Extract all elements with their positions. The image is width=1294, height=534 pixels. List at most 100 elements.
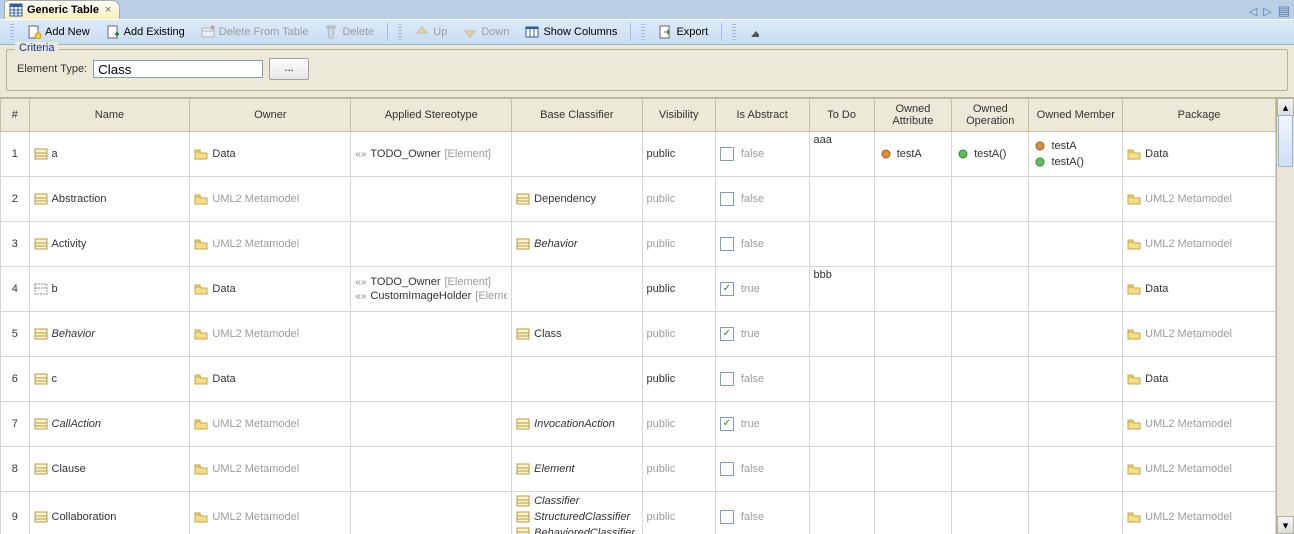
cell-base-classifier[interactable]: Element [512, 447, 642, 492]
cell-todo[interactable]: aaa [809, 132, 874, 177]
scroll-thumb[interactable] [1278, 115, 1293, 167]
cell-is-abstract[interactable]: false [715, 132, 809, 177]
column-header[interactable]: Base Classifier [512, 99, 642, 132]
cell-owned-attribute[interactable] [874, 357, 951, 402]
cell-package[interactable]: UML2 Metamodel [1123, 447, 1276, 492]
column-header[interactable]: Name [29, 99, 190, 132]
column-header[interactable]: Owned Attribute [874, 99, 951, 132]
cell-stereotype[interactable] [351, 312, 512, 357]
cell-owner[interactable]: Data [190, 132, 351, 177]
checkbox-icon[interactable] [720, 282, 734, 296]
cell-package[interactable]: Data [1123, 132, 1276, 177]
column-header[interactable]: # [1, 99, 30, 132]
cell-stereotype[interactable] [351, 357, 512, 402]
cell-is-abstract[interactable]: true [715, 402, 809, 447]
cell-todo[interactable] [809, 447, 874, 492]
cell-package[interactable]: UML2 Metamodel [1123, 402, 1276, 447]
cell-todo[interactable] [809, 312, 874, 357]
cell-base-classifier[interactable]: Behavior [512, 222, 642, 267]
cell-is-abstract[interactable]: false [715, 177, 809, 222]
cell-owned-member[interactable] [1029, 402, 1123, 447]
cell-visibility[interactable]: public [642, 357, 715, 402]
cell-visibility[interactable]: public [642, 222, 715, 267]
cell-owner[interactable]: Data [190, 267, 351, 312]
cell-owned-attribute[interactable]: testA [874, 132, 951, 177]
checkbox-icon[interactable] [720, 147, 734, 161]
vertical-scrollbar[interactable]: ▴ ▾ [1276, 98, 1294, 534]
cell-visibility[interactable]: public [642, 402, 715, 447]
column-header[interactable]: To Do [809, 99, 874, 132]
checkbox-icon[interactable] [720, 372, 734, 386]
cell-owned-attribute[interactable] [874, 222, 951, 267]
table-row[interactable]: 3ActivityUML2 MetamodelBehaviorpublicfal… [1, 222, 1276, 267]
cell-stereotype[interactable]: «»TODO_Owner [Element]«»CustomImageHolde… [351, 267, 512, 312]
cell-owned-operation[interactable] [952, 447, 1029, 492]
column-header[interactable]: Visibility [642, 99, 715, 132]
column-header[interactable]: Is Abstract [715, 99, 809, 132]
cell-stereotype[interactable] [351, 402, 512, 447]
table-row[interactable]: 4bData«»TODO_Owner [Element]«»CustomImag… [1, 267, 1276, 312]
cell-todo[interactable] [809, 222, 874, 267]
cell-is-abstract[interactable]: false [715, 492, 809, 534]
column-header[interactable]: Owned Operation [952, 99, 1029, 132]
cell-owned-member[interactable] [1029, 267, 1123, 312]
cell-base-classifier[interactable] [512, 132, 642, 177]
cell-name[interactable]: CallAction [29, 402, 190, 447]
cell-owned-operation[interactable] [952, 492, 1029, 534]
cell-owned-member[interactable]: testAtestA() [1029, 132, 1123, 177]
element-type-input[interactable] [93, 60, 263, 78]
cell-package[interactable]: UML2 Metamodel [1123, 177, 1276, 222]
add-existing-button[interactable]: Add Existing [99, 22, 192, 42]
cell-package[interactable]: UML2 Metamodel [1123, 312, 1276, 357]
cell-owned-member[interactable] [1029, 222, 1123, 267]
cell-visibility[interactable]: public [642, 267, 715, 312]
cell-package[interactable]: Data [1123, 267, 1276, 312]
cell-is-abstract[interactable]: true [715, 267, 809, 312]
cell-owned-operation[interactable] [952, 267, 1029, 312]
cell-name[interactable]: Behavior [29, 312, 190, 357]
table-row[interactable]: 2AbstractionUML2 MetamodelDependencypubl… [1, 177, 1276, 222]
column-header[interactable]: Package [1123, 99, 1276, 132]
cell-visibility[interactable]: public [642, 447, 715, 492]
checkbox-icon[interactable] [720, 510, 734, 524]
cell-owned-operation[interactable] [952, 222, 1029, 267]
column-header[interactable]: Applied Stereotype [351, 99, 512, 132]
cell-owned-operation[interactable]: testA() [952, 132, 1029, 177]
scroll-up-button[interactable]: ▴ [1277, 98, 1294, 116]
cell-owner[interactable]: UML2 Metamodel [190, 312, 351, 357]
cell-todo[interactable] [809, 402, 874, 447]
tab-list-icon[interactable]: ▤ [1278, 3, 1290, 19]
tab-generic-table[interactable]: Generic Table × [4, 0, 120, 19]
cell-owned-member[interactable] [1029, 447, 1123, 492]
cell-owned-member[interactable] [1029, 357, 1123, 402]
cell-todo[interactable] [809, 357, 874, 402]
collapse-button[interactable] [742, 24, 766, 40]
cell-owned-member[interactable] [1029, 177, 1123, 222]
tab-prev-icon[interactable]: ◁ [1249, 5, 1257, 18]
table-row[interactable]: 1aData«»TODO_Owner [Element]publicfalsea… [1, 132, 1276, 177]
cell-is-abstract[interactable]: false [715, 222, 809, 267]
cell-name[interactable]: Abstraction [29, 177, 190, 222]
table-row[interactable]: 8ClauseUML2 MetamodelElementpublicfalseU… [1, 447, 1276, 492]
cell-owned-member[interactable] [1029, 312, 1123, 357]
cell-owned-attribute[interactable] [874, 447, 951, 492]
cell-stereotype[interactable] [351, 222, 512, 267]
cell-name[interactable]: b [29, 267, 190, 312]
cell-owned-attribute[interactable] [874, 402, 951, 447]
cell-base-classifier[interactable]: ClassifierStructuredClassifierBehaviored… [512, 492, 642, 534]
table-row[interactable]: 7CallActionUML2 MetamodelInvocationActio… [1, 402, 1276, 447]
cell-todo[interactable] [809, 177, 874, 222]
cell-name[interactable]: Collaboration [29, 492, 190, 534]
cell-base-classifier[interactable]: Dependency [512, 177, 642, 222]
cell-name[interactable]: a [29, 132, 190, 177]
cell-stereotype[interactable]: «»TODO_Owner [Element] [351, 132, 512, 177]
cell-is-abstract[interactable]: true [715, 312, 809, 357]
export-button[interactable]: Export [651, 22, 715, 42]
cell-owned-member[interactable] [1029, 492, 1123, 534]
cell-base-classifier[interactable] [512, 267, 642, 312]
cell-visibility[interactable]: public [642, 177, 715, 222]
cell-owned-operation[interactable] [952, 312, 1029, 357]
checkbox-icon[interactable] [720, 192, 734, 206]
cell-name[interactable]: c [29, 357, 190, 402]
cell-base-classifier[interactable]: InvocationAction [512, 402, 642, 447]
